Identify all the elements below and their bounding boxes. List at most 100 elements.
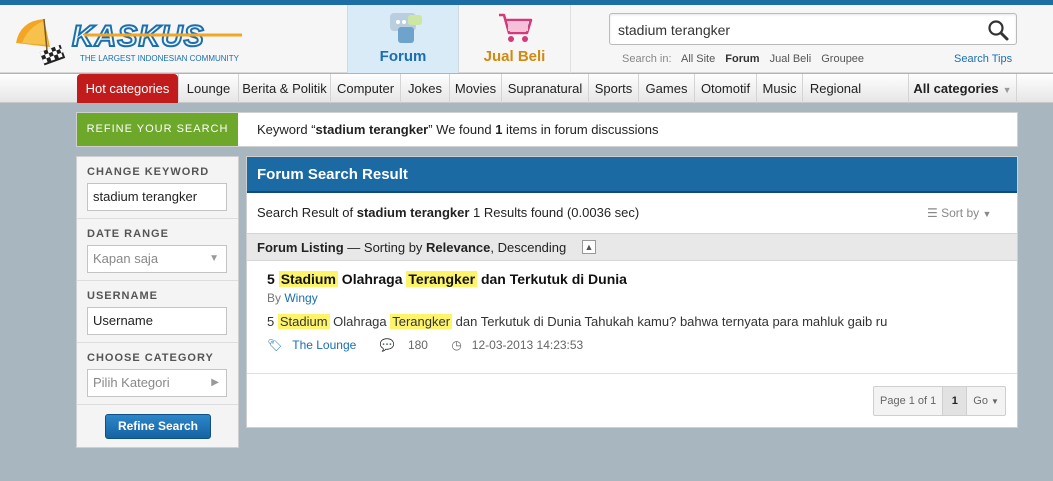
- results-summary-keyword: stadium terangker: [356, 205, 470, 220]
- result-title-link[interactable]: 5 Stadium Olahraga Terangker dan Terkutu…: [267, 271, 1007, 287]
- keyword-summary: Keyword “stadium terangker” We found 1 i…: [257, 122, 659, 137]
- category-jokes[interactable]: Jokes: [400, 74, 449, 103]
- nav-forum-label: Forum: [379, 48, 427, 65]
- username-section: USERNAME Username: [77, 281, 238, 343]
- chevron-down-icon: ▼: [209, 253, 219, 264]
- all-categories-dropdown[interactable]: All categories ▼: [908, 74, 1017, 103]
- search-scope-jual-beli[interactable]: Jual Beli: [770, 53, 812, 65]
- refine-strip: REFINE YOUR SEARCH Keyword “stadium tera…: [76, 112, 1018, 147]
- sort-by-dropdown[interactable]: ☰ Sort by ▼: [927, 206, 991, 220]
- page-info: Page 1 of 1: [874, 387, 944, 415]
- refine-sidebar: CHANGE KEYWORD stadium terangker DATE RA…: [76, 156, 239, 448]
- nav-jual-beli[interactable]: Jual Beli: [459, 5, 571, 73]
- results-summary: Search Result of stadium terangker 1 Res…: [257, 205, 639, 220]
- listing-label: Forum Listing: [257, 240, 344, 255]
- keyword-summary-keyword: stadium terangker: [315, 122, 429, 137]
- site-header: KASKUS THE LARGEST INDONESIAN COMMUNITY …: [0, 5, 1053, 73]
- collapse-icon[interactable]: ▲: [582, 240, 596, 254]
- snippet-highlight: Terangker: [390, 314, 453, 329]
- category-computer[interactable]: Computer: [330, 74, 400, 103]
- listing-mid: — Sorting by: [343, 240, 427, 255]
- results-header: Forum Search Result: [247, 157, 1017, 193]
- category-berita-politik[interactable]: Berita & Politik: [238, 74, 330, 103]
- keyword-summary-prefix: Keyword “: [257, 122, 316, 137]
- search-scope-groupee[interactable]: Groupee: [821, 53, 864, 65]
- kaskus-logo[interactable]: KASKUS THE LARGEST INDONESIAN COMMUNITY: [10, 13, 260, 73]
- go-label: Go: [973, 395, 988, 407]
- list-icon: ☰: [927, 206, 938, 220]
- keyword-summary-suffix: items in forum discussions: [502, 122, 659, 137]
- search-scope: Search in: All Site Forum Jual Beli Grou…: [622, 53, 871, 65]
- search-tips-link[interactable]: Search Tips: [954, 53, 1012, 65]
- chevron-right-icon: ▶: [211, 377, 219, 388]
- snippet-part: Olahraga: [329, 314, 391, 329]
- category-supranatural[interactable]: Supranatural: [501, 74, 588, 103]
- date-range-title: DATE RANGE: [87, 228, 169, 240]
- snippet-highlight: Stadium: [277, 314, 330, 329]
- refine-search-button[interactable]: Refine Search: [105, 414, 211, 439]
- search-in-label: Search in:: [622, 53, 672, 65]
- by-label: By: [267, 291, 282, 305]
- divider: [247, 373, 1017, 374]
- category-otomotif[interactable]: Otomotif: [694, 74, 756, 103]
- chevron-down-icon: ▼: [982, 209, 992, 219]
- title-highlight: Terangker: [406, 271, 478, 287]
- page-go-dropdown[interactable]: Go ▼: [967, 387, 1005, 415]
- search-box: [609, 13, 1017, 45]
- sort-by-label: Sort by: [941, 206, 980, 220]
- category-sports[interactable]: Sports: [588, 74, 638, 103]
- title-part: 5: [267, 271, 279, 287]
- forum-chat-icon: [390, 13, 422, 43]
- date-range-value: Kapan saja: [93, 251, 159, 266]
- snippet-part: 5: [267, 314, 278, 329]
- comment-icon: 💬: [379, 338, 395, 352]
- search-scope-forum[interactable]: Forum: [725, 53, 759, 65]
- snippet-part: dan Terkutuk di Dunia Tahukah kamu? bahw…: [452, 314, 888, 329]
- nav-forum[interactable]: Forum: [347, 5, 459, 73]
- search-icon[interactable]: [986, 18, 1010, 42]
- page-1-button[interactable]: 1: [943, 387, 968, 415]
- date-range-select[interactable]: Kapan saja ▼: [87, 245, 227, 273]
- search-input[interactable]: [618, 20, 978, 40]
- keyword-summary-mid: ” We found: [428, 122, 496, 137]
- logo-tagline: THE LARGEST INDONESIAN COMMUNITY: [80, 54, 240, 63]
- post-date: ◷ 12-03-2013 14:23:53: [451, 338, 593, 352]
- choose-category-title: CHOOSE CATEGORY: [87, 352, 214, 364]
- search-scope-all-site[interactable]: All Site: [681, 53, 715, 65]
- hot-categories-tab[interactable]: Hot categories: [77, 74, 178, 103]
- category-games[interactable]: Games: [638, 74, 694, 103]
- results-summary-prefix: Search Result of: [257, 205, 357, 220]
- category-music[interactable]: Music: [756, 74, 802, 103]
- title-highlight: Stadium: [278, 271, 338, 287]
- title-part: Olahraga: [337, 271, 407, 287]
- author-link[interactable]: Wingy: [284, 291, 317, 305]
- results-summary-suffix: 1 Results found (0.0036 sec): [469, 205, 640, 220]
- category-lounge[interactable]: Lounge: [178, 74, 238, 103]
- category-regional[interactable]: Regional: [802, 74, 868, 103]
- replies-value: 180: [407, 338, 428, 352]
- choose-category-section: CHOOSE CATEGORY Pilih Kategori ▶: [77, 343, 238, 405]
- clock-icon: ◷: [451, 338, 462, 352]
- category-bar: Hot categories Lounge Berita & Politik C…: [0, 74, 1053, 103]
- pagination: Page 1 of 1 1 Go ▼: [873, 386, 1006, 416]
- shopping-cart-icon: [499, 13, 533, 42]
- tag-icon: 🏷: [267, 338, 283, 352]
- username-field[interactable]: Username: [87, 307, 227, 335]
- result-author-line: By Wingy: [267, 291, 1007, 305]
- search-results-panel: Forum Search Result Search Result of sta…: [246, 156, 1018, 428]
- listing-summary: Forum Listing — Sorting by Relevance, De…: [257, 240, 566, 255]
- listing-order: , Descending: [490, 240, 567, 255]
- forum-tag-link[interactable]: 🏷 The Lounge: [267, 338, 366, 352]
- replies-count: 💬 180: [380, 338, 438, 352]
- date-range-section: DATE RANGE Kapan saja ▼: [77, 219, 238, 281]
- username-title: USERNAME: [87, 290, 158, 302]
- change-keyword-title: CHANGE KEYWORD: [87, 166, 210, 178]
- change-keyword-section: CHANGE KEYWORD stadium terangker: [77, 157, 238, 219]
- results-title: Forum Search Result: [257, 166, 408, 183]
- category-movies[interactable]: Movies: [449, 74, 501, 103]
- chevron-down-icon: ▼: [991, 397, 999, 406]
- keyword-field[interactable]: stadium terangker: [87, 183, 227, 211]
- result-snippet: 5 Stadium Olahraga Terangker dan Terkutu…: [267, 314, 1007, 329]
- category-select[interactable]: Pilih Kategori ▶: [87, 369, 227, 397]
- title-part: dan Terkutuk di Dunia: [477, 271, 627, 287]
